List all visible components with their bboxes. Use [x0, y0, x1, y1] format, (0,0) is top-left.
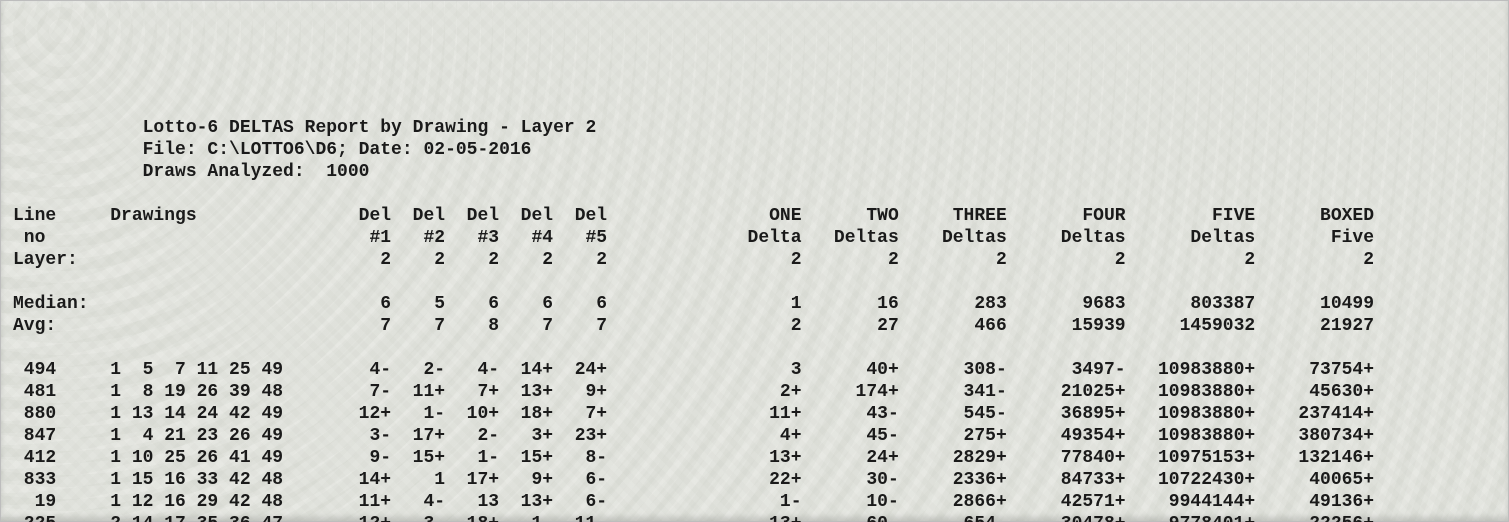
deltas-report: Lotto-6 DELTAS Report by Drawing - Layer…	[13, 117, 1496, 522]
